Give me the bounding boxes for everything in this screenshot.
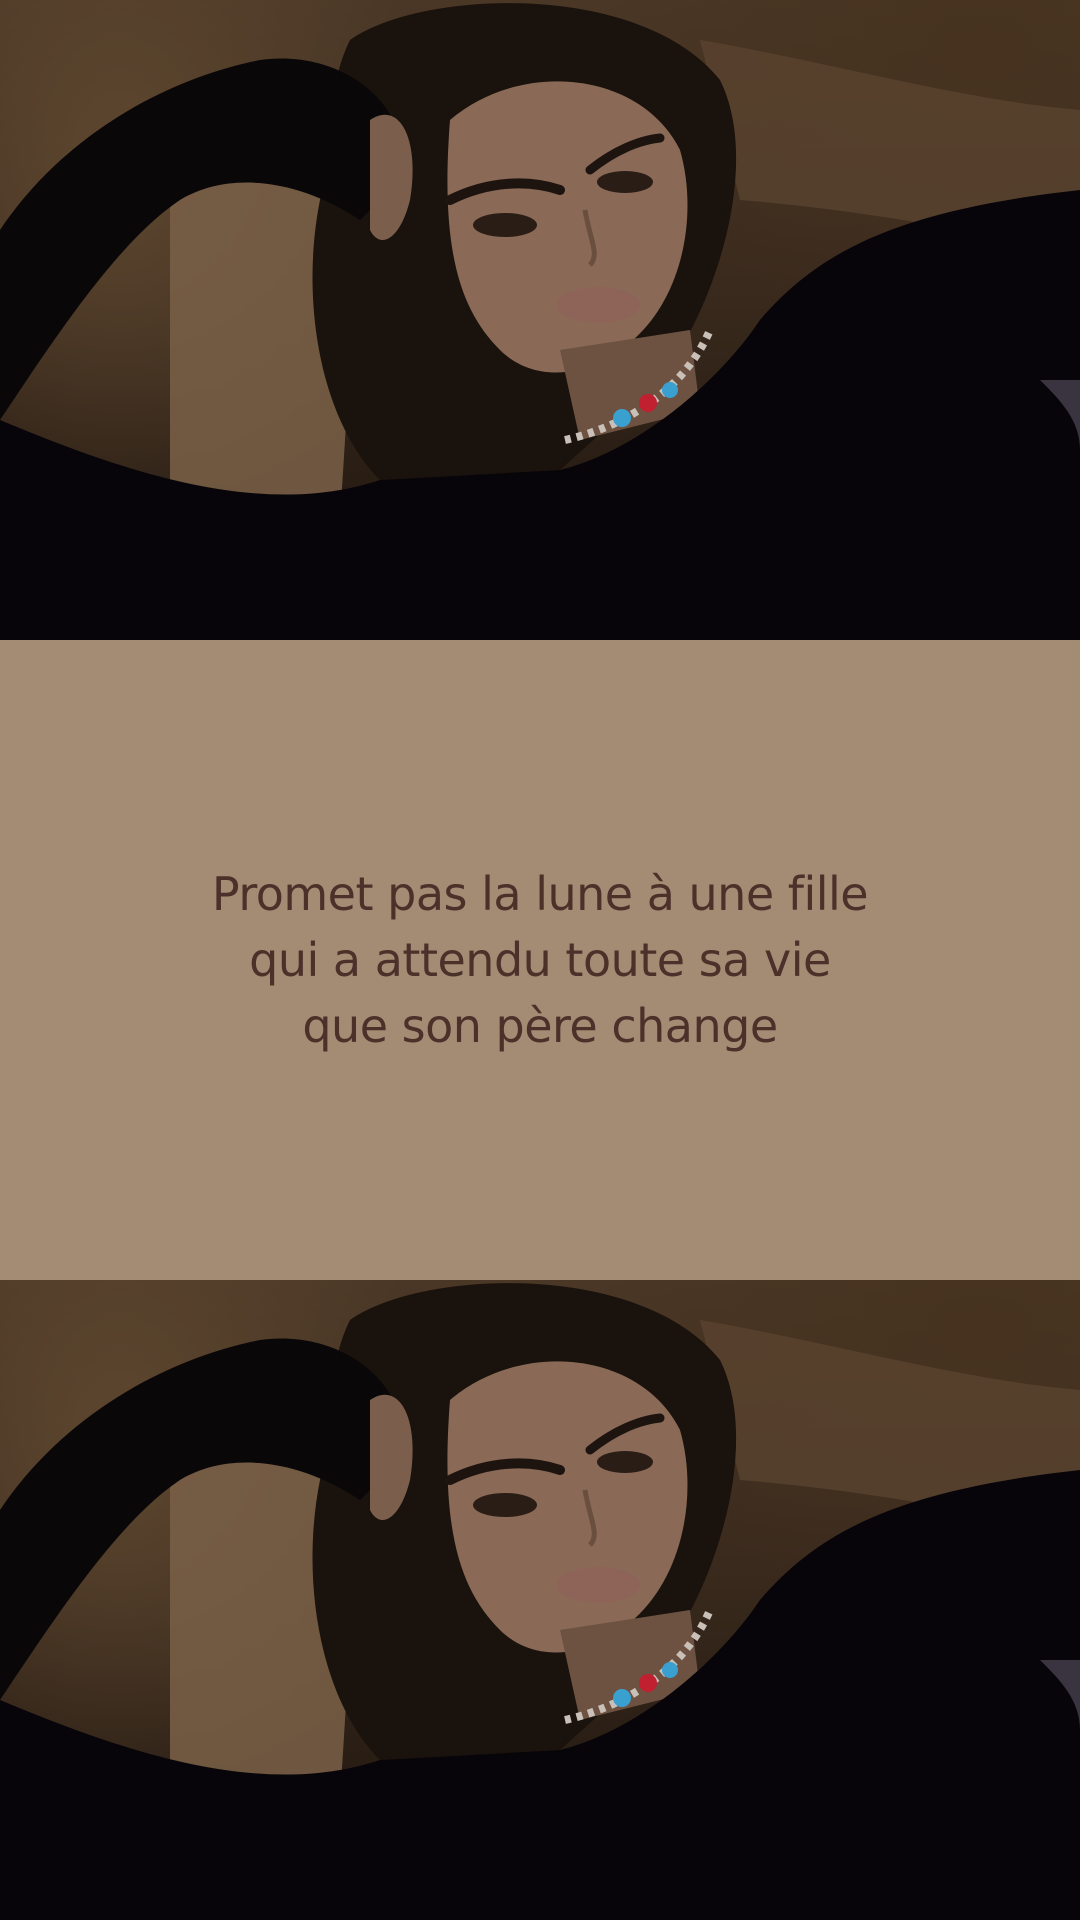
portrait-photo-top: [0, 0, 1080, 640]
quote-text: Promet pas la lune à une fille qui a att…: [90, 861, 990, 1059]
quote-line-1: Promet pas la lune à une fille: [211, 867, 869, 921]
quote-line-2: qui a attendu toute sa vie: [249, 933, 831, 987]
story-canvas: Promet pas la lune à une fille qui a att…: [0, 0, 1080, 1920]
portrait-illustration-top: [0, 3, 1080, 640]
portrait-illustration-bottom: [0, 1283, 1080, 1920]
portrait-photo-bottom: [0, 1280, 1080, 1920]
quote-line-3: que son père change: [302, 999, 778, 1053]
quote-band: Promet pas la lune à une fille qui a att…: [0, 640, 1080, 1280]
